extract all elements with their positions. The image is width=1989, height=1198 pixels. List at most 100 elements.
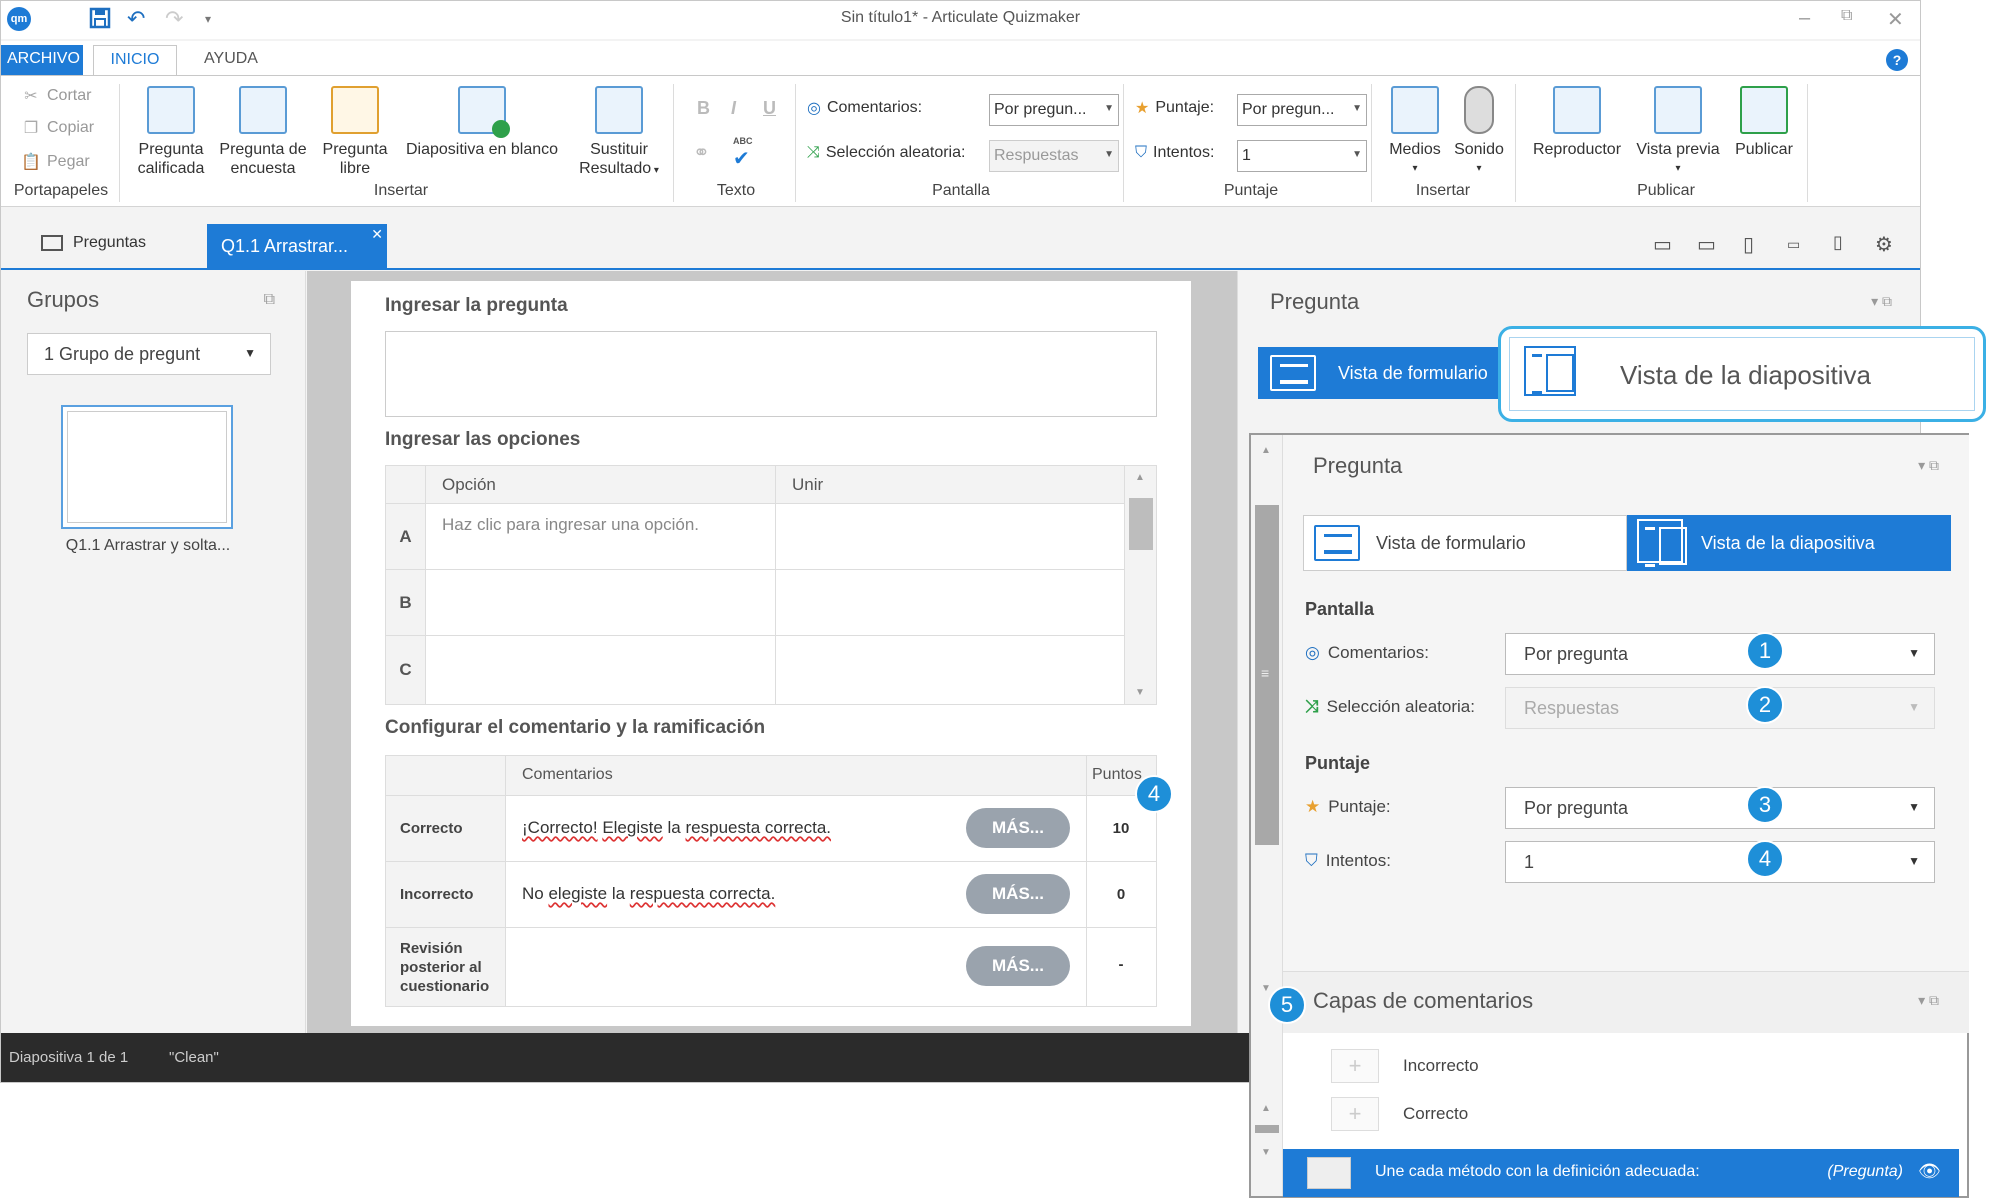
form-canvas: Ingresar la pregunta Ingresar las opcion… xyxy=(307,271,1237,1033)
column-divider xyxy=(775,504,776,569)
panel-restore-icon[interactable]: ⧉ xyxy=(264,291,275,309)
panel-menu-icon[interactable]: ▾ ⧉ xyxy=(1871,293,1892,310)
phone-landscape-icon[interactable]: ▭ xyxy=(1787,236,1800,253)
points-value[interactable]: 0 xyxy=(1086,886,1156,903)
media-label: Medios xyxy=(1389,141,1441,158)
scroll-down-icon[interactable]: ▼ xyxy=(1135,687,1145,698)
shuffle-icon: ⤨ xyxy=(1305,697,1319,716)
points-value[interactable]: - xyxy=(1086,956,1156,973)
player-button[interactable]: Reproductor xyxy=(1525,86,1629,159)
panel-menu-icon[interactable]: ▾ ⧉ xyxy=(1918,992,1939,1009)
link-icon[interactable]: ⚭ xyxy=(693,140,710,165)
copy-button[interactable]: ❐ Copiar xyxy=(21,118,94,138)
base-layer-item[interactable]: Une cada método con la definición adecua… xyxy=(1283,1149,1959,1197)
phone-portrait-icon[interactable]: ▯ xyxy=(1833,232,1843,253)
more-button[interactable]: MÁS... xyxy=(966,808,1070,848)
points-value[interactable]: 10 xyxy=(1086,820,1156,837)
zoom-feedback-dropdown[interactable]: Por pregunta ▼ xyxy=(1505,633,1935,675)
zoom-scrollbar[interactable]: ▲ ≡ ▼ ▲ ▼ xyxy=(1251,435,1283,1196)
scrollbar-thumb[interactable] xyxy=(1129,498,1153,550)
points-dropdown[interactable]: Por pregun... ▼ xyxy=(1237,94,1367,126)
feedback-incorrect-text[interactable]: No elegiste la respuesta correcta. xyxy=(522,884,775,904)
question-input[interactable] xyxy=(385,331,1157,417)
scroll-down-icon[interactable]: ▼ xyxy=(1261,1147,1271,1158)
close-tab-icon[interactable]: ✕ xyxy=(371,226,383,243)
zoom-form-view-button[interactable]: Vista de formulario xyxy=(1303,515,1627,571)
scrollbar-thumb[interactable] xyxy=(1255,1125,1279,1133)
scroll-up-icon[interactable]: ▲ xyxy=(1261,1103,1271,1114)
publish-button[interactable]: Publicar xyxy=(1727,86,1801,159)
panel-menu-icon[interactable]: ▾ ⧉ xyxy=(1918,457,1939,474)
shuffle-field: ⤨ Selección aleatoria: xyxy=(807,144,965,162)
gear-icon[interactable]: ⚙ xyxy=(1875,232,1893,257)
bold-button[interactable]: B xyxy=(697,98,710,119)
zoom-shuffle-dropdown[interactable]: Respuestas ▼ xyxy=(1505,687,1935,729)
preview-button[interactable]: Vista previa ▾ xyxy=(1631,86,1725,178)
feedback-label: Comentarios: xyxy=(826,99,923,116)
ribbon-divider xyxy=(1807,84,1808,202)
table-row[interactable]: Incorrecto No elegiste la respuesta corr… xyxy=(386,862,1156,928)
scroll-down-icon[interactable]: ▼ xyxy=(1261,983,1271,994)
minimize-icon[interactable]: – xyxy=(1799,7,1810,30)
feedback-dropdown[interactable]: Por pregun... ▼ xyxy=(989,94,1119,126)
table-row[interactable]: A Haz clic para ingresar una opción. xyxy=(386,504,1126,570)
layer-item-correct[interactable]: + Correcto xyxy=(1331,1097,1468,1131)
zoom-slide-view-button[interactable]: Vista de la diapositiva xyxy=(1627,515,1951,571)
restore-icon[interactable]: ⧉ xyxy=(1841,7,1852,25)
column-divider xyxy=(775,466,776,503)
close-window-icon[interactable]: ✕ xyxy=(1887,7,1904,32)
option-text-placeholder[interactable]: Haz clic para ingresar una opción. xyxy=(442,514,742,536)
tab-ayuda[interactable]: AYUDA xyxy=(191,45,271,75)
spell-check-button[interactable]: ABC ✔ xyxy=(733,136,753,171)
shuffle-dropdown[interactable]: Respuestas ▼ xyxy=(989,140,1119,172)
tab-active-question[interactable]: Q1.1 Arrastrar... ✕ xyxy=(207,224,387,270)
slide-view-callout-label[interactable]: Vista de la diapositiva xyxy=(1620,360,1871,391)
form-view-button[interactable]: Vista de formulario xyxy=(1258,347,1508,399)
tablet-portrait-icon[interactable]: ▯ xyxy=(1743,232,1754,257)
eye-icon[interactable]: 👁 xyxy=(1918,1161,1941,1182)
underline-button[interactable]: U xyxy=(763,98,776,119)
italic-button[interactable]: I xyxy=(731,98,736,119)
attempts-dropdown[interactable]: 1 ▼ xyxy=(1237,140,1367,172)
table-row[interactable]: Revisión posterior al cuestionario MÁS..… xyxy=(386,928,1156,1006)
more-button[interactable]: MÁS... xyxy=(966,946,1070,986)
group-dropdown[interactable]: 1 Grupo de pregunt ▼ xyxy=(27,333,271,375)
star-icon: ★ xyxy=(1305,797,1321,816)
zoom-attempts-dropdown[interactable]: 1 ▼ xyxy=(1505,841,1935,883)
feedback-header: Comentarios Puntos xyxy=(386,756,1156,796)
blank-slide-label: Diapositiva en blanco xyxy=(405,141,559,158)
base-layer-label: Une cada método con la definición adecua… xyxy=(1375,1163,1700,1180)
desktop-view-icon[interactable]: ▭ xyxy=(1653,232,1672,257)
tab-archivo[interactable]: ARCHIVO xyxy=(1,45,83,75)
questions-list-icon xyxy=(41,235,63,251)
table-row[interactable]: C xyxy=(386,636,1126,704)
blank-slide-button[interactable]: Diapositiva en blanco xyxy=(399,86,565,159)
graded-question-button[interactable]: Pregunta calificada xyxy=(129,86,213,178)
options-scrollbar[interactable]: ▲ ▼ xyxy=(1124,466,1156,704)
table-row[interactable]: B xyxy=(386,570,1126,636)
table-row[interactable]: Correcto ¡Correcto! Elegiste la respuest… xyxy=(386,796,1156,862)
tablet-landscape-icon[interactable]: ▭ xyxy=(1697,232,1716,257)
layer-item-incorrect[interactable]: + Incorrecto xyxy=(1331,1049,1479,1083)
scroll-up-icon[interactable]: ▲ xyxy=(1261,445,1271,456)
cut-label: Cortar xyxy=(47,87,92,104)
slide-thumbnail[interactable] xyxy=(61,405,233,529)
help-icon[interactable]: ? xyxy=(1886,49,1908,71)
cut-button[interactable]: ✂ Cortar xyxy=(21,86,91,106)
media-button[interactable]: Medios ▾ xyxy=(1379,86,1451,178)
scroll-up-icon[interactable]: ▲ xyxy=(1135,472,1145,483)
feedback-row-label: Revisión posterior al cuestionario xyxy=(386,928,506,1006)
survey-question-button[interactable]: Pregunta de encuesta xyxy=(215,86,311,178)
paste-button[interactable]: 📋 Pegar xyxy=(21,152,90,172)
tab-preguntas[interactable]: Preguntas xyxy=(41,234,146,252)
replace-result-button[interactable]: Sustituir Resultado ▾ xyxy=(571,86,667,180)
zoom-points-dropdown[interactable]: Por pregunta ▼ xyxy=(1505,787,1935,829)
sound-button[interactable]: Sonido ▾ xyxy=(1447,86,1511,178)
paste-label: Pegar xyxy=(47,153,90,170)
attempts-property: ⛉ Intentos: xyxy=(1305,851,1391,871)
scrollbar-thumb[interactable]: ≡ xyxy=(1255,505,1279,845)
tab-inicio[interactable]: INICIO xyxy=(93,45,177,75)
freeform-question-button[interactable]: Pregunta libre xyxy=(313,86,397,178)
more-button[interactable]: MÁS... xyxy=(966,874,1070,914)
feedback-correct-text[interactable]: ¡Correcto! Elegiste la respuesta correct… xyxy=(522,818,831,838)
